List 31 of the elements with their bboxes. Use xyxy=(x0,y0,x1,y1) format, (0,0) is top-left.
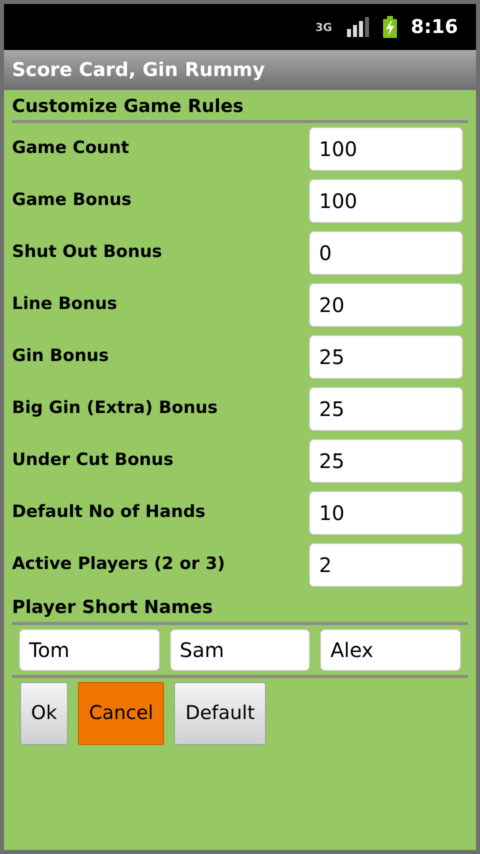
action-button[interactable]: Default xyxy=(174,682,266,745)
field-label: Big Gin (Extra) Bonus xyxy=(12,397,218,420)
signal-icon xyxy=(346,17,369,37)
clock: 8:16 xyxy=(410,14,458,40)
input-field[interactable]: Sam xyxy=(170,629,310,671)
field-label: Gin Bonus xyxy=(12,345,109,368)
input-field[interactable]: 100 xyxy=(309,179,463,223)
battery-icon xyxy=(382,16,397,38)
input-field[interactable]: 10 xyxy=(309,491,463,535)
section-title: Customize Game Rules xyxy=(11,94,245,118)
action-button[interactable]: Cancel xyxy=(78,682,164,745)
input-field[interactable]: 100 xyxy=(309,127,463,171)
input-field[interactable]: 25 xyxy=(309,387,463,431)
input-field[interactable]: 2 xyxy=(309,543,463,587)
input-field[interactable]: 25 xyxy=(309,335,463,379)
input-field[interactable]: 25 xyxy=(309,439,463,483)
window-title: Score Card, Gin Rummy xyxy=(4,50,476,90)
action-button[interactable]: Ok xyxy=(20,682,68,745)
field-label: Game Bonus xyxy=(12,189,132,212)
field-label: Under Cut Bonus xyxy=(12,449,174,472)
field-label: Game Count xyxy=(12,137,130,160)
network-label: 3G xyxy=(314,22,333,32)
section-title: Player Short Names xyxy=(11,596,214,620)
field-label: Active Players (2 or 3) xyxy=(12,553,226,576)
field-label: Shut Out Bonus xyxy=(12,241,162,264)
field-label: Line Bonus xyxy=(12,293,118,316)
field-label: Default No of Hands xyxy=(12,501,206,524)
input-field[interactable]: Tom xyxy=(19,629,160,671)
input-field[interactable]: 0 xyxy=(309,231,463,275)
input-field[interactable]: Alex xyxy=(320,629,461,671)
input-field[interactable]: 20 xyxy=(309,283,463,327)
